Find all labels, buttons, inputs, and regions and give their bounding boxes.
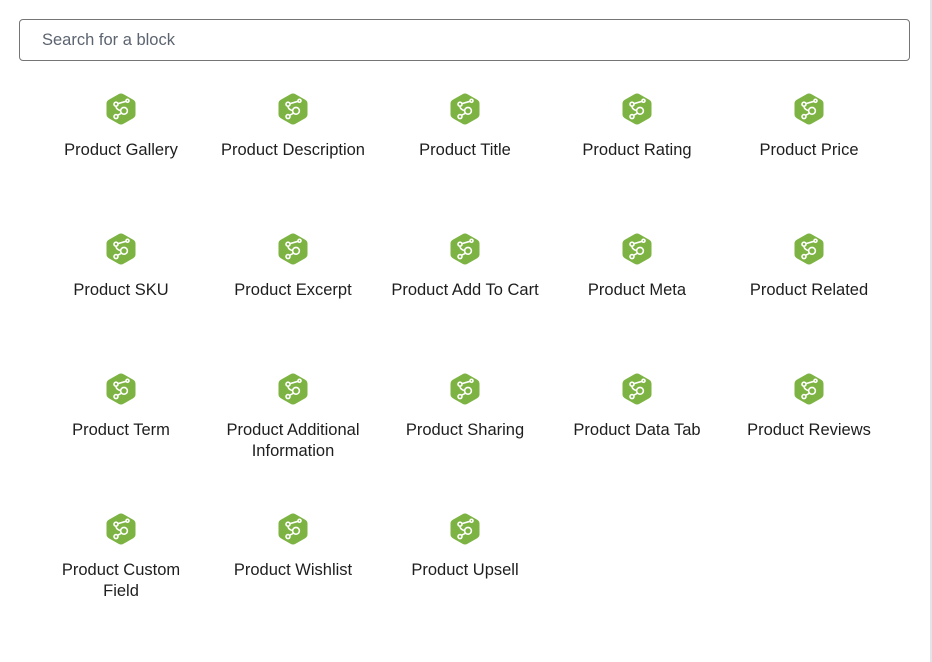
block-item-product-related[interactable]: Product Related: [723, 224, 895, 364]
block-item-product-description[interactable]: Product Description: [207, 84, 379, 224]
woo-share-hexagon-icon: [278, 513, 308, 545]
block-label: Product Wishlist: [233, 561, 353, 579]
block-label: Product Description: [221, 141, 365, 159]
block-item-product-title[interactable]: Product Title: [379, 84, 551, 224]
block-label: Product SKU: [73, 281, 169, 299]
woo-share-hexagon-icon: [450, 373, 480, 405]
woo-share-hexagon-icon: [794, 93, 824, 125]
block-item-product-reviews[interactable]: Product Reviews: [723, 364, 895, 504]
woo-share-hexagon-icon: [278, 93, 308, 125]
block-label: Product Upsell: [411, 561, 519, 579]
block-label: Product Title: [419, 141, 511, 159]
block-label: Product Excerpt: [234, 281, 352, 299]
block-item-product-upsell[interactable]: Product Upsell: [379, 504, 551, 644]
block-item-product-sharing[interactable]: Product Sharing: [379, 364, 551, 504]
woo-share-hexagon-icon: [106, 513, 136, 545]
woo-share-hexagon-icon: [106, 233, 136, 265]
block-item-product-meta[interactable]: Product Meta: [551, 224, 723, 364]
block-item-product-rating[interactable]: Product Rating: [551, 84, 723, 224]
woo-share-hexagon-icon: [278, 233, 308, 265]
block-label: Product Data Tab: [573, 421, 701, 439]
woo-share-hexagon-icon: [450, 233, 480, 265]
block-item-product-data-tab[interactable]: Product Data Tab: [551, 364, 723, 504]
block-item-product-custom-field[interactable]: Product Custom Field: [35, 504, 207, 644]
block-label: Product Additional Information: [226, 421, 360, 460]
woo-share-hexagon-icon: [622, 93, 652, 125]
woo-share-hexagon-icon: [794, 373, 824, 405]
block-label: Product Price: [759, 141, 859, 159]
block-label: Product Gallery: [64, 141, 178, 159]
block-item-product-gallery[interactable]: Product Gallery: [35, 84, 207, 224]
block-list: Product Gallery Product Description Prod…: [35, 84, 895, 644]
block-label: Product Reviews: [747, 421, 871, 439]
woo-share-hexagon-icon: [450, 93, 480, 125]
block-item-product-additional-information[interactable]: Product Additional Information: [207, 364, 379, 504]
woo-share-hexagon-icon: [622, 233, 652, 265]
block-label: Product Add To Cart: [391, 281, 539, 299]
block-label: Product Term: [72, 421, 170, 439]
block-item-product-wishlist[interactable]: Product Wishlist: [207, 504, 379, 644]
block-item-product-price[interactable]: Product Price: [723, 84, 895, 224]
block-label: Product Related: [749, 281, 869, 299]
search-input[interactable]: [19, 19, 910, 61]
block-item-product-add-to-cart[interactable]: Product Add To Cart: [379, 224, 551, 364]
block-label: Product Rating: [582, 141, 692, 159]
block-label: Product Sharing: [405, 421, 525, 439]
block-label: Product Custom Field: [61, 561, 181, 600]
block-search: [19, 19, 910, 61]
block-label: Product Meta: [587, 281, 687, 299]
woo-share-hexagon-icon: [106, 373, 136, 405]
woo-share-hexagon-icon: [622, 373, 652, 405]
woo-share-hexagon-icon: [278, 373, 308, 405]
block-item-product-excerpt[interactable]: Product Excerpt: [207, 224, 379, 364]
block-item-product-sku[interactable]: Product SKU: [35, 224, 207, 364]
woo-share-hexagon-icon: [794, 233, 824, 265]
woo-share-hexagon-icon: [450, 513, 480, 545]
woo-share-hexagon-icon: [106, 93, 136, 125]
block-item-product-term[interactable]: Product Term: [35, 364, 207, 504]
